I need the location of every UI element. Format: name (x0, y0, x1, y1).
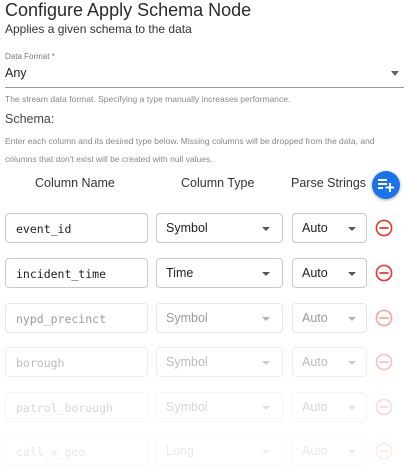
column-type-value: Long (166, 444, 194, 458)
column-type-select[interactable]: Symbol (156, 347, 283, 377)
caret-down-icon (348, 272, 356, 276)
column-type-header: Column Type (181, 176, 255, 190)
column-name-input[interactable]: incident_time (5, 258, 148, 288)
caret-down-icon (262, 227, 270, 231)
column-type-select[interactable]: Symbol (156, 213, 283, 243)
schema-row: borough Symbol Auto (0, 347, 413, 379)
column-name-input[interactable]: patrol_borough (5, 392, 148, 422)
caret-down-icon (262, 406, 270, 410)
caret-down-icon (262, 361, 270, 365)
playlist-add-icon (378, 179, 394, 192)
schema-helper: Enter each column and its desired type b… (5, 136, 375, 164)
column-type-select[interactable]: Long (156, 436, 283, 466)
column-name-value: incident_time (16, 267, 107, 281)
parse-strings-select[interactable]: Auto (292, 347, 367, 377)
column-type-select[interactable]: Symbol (156, 392, 283, 422)
column-name-value: borough (16, 356, 65, 370)
parse-strings-select[interactable]: Auto (292, 392, 367, 422)
parse-strings-select[interactable]: Auto (292, 303, 367, 333)
column-name-input[interactable]: nypd_precinct (5, 303, 148, 333)
remove-circle-icon[interactable] (375, 442, 393, 460)
column-name-input[interactable]: call_x_geo (5, 436, 148, 466)
data-format-helper: The stream data format. Specifying a typ… (5, 94, 291, 104)
add-column-button[interactable] (372, 171, 400, 199)
data-format-label: Data Format * (5, 52, 55, 61)
column-name-value: patrol_borough (16, 401, 113, 415)
parse-strings-value: Auto (302, 311, 328, 325)
remove-circle-icon[interactable] (375, 353, 393, 371)
caret-down-icon (348, 406, 356, 410)
remove-circle-icon[interactable] (375, 309, 393, 327)
caret-down-icon (262, 317, 270, 321)
caret-down-icon (262, 450, 270, 454)
column-name-header: Column Name (35, 176, 115, 190)
schema-row: call_x_geo Long Auto (0, 436, 413, 471)
data-format-underline (5, 87, 404, 88)
column-type-select[interactable]: Time (156, 258, 283, 288)
column-name-value: nypd_precinct (16, 312, 107, 326)
parse-strings-value: Auto (302, 221, 328, 235)
parse-strings-value: Auto (302, 355, 328, 369)
column-type-select[interactable]: Symbol (156, 303, 283, 333)
parse-strings-select[interactable]: Auto (292, 436, 367, 466)
column-type-value: Symbol (166, 400, 208, 414)
parse-strings-select[interactable]: Auto (292, 258, 367, 288)
page-subtitle: Applies a given schema to the data (5, 22, 192, 36)
column-type-value: Symbol (166, 355, 208, 369)
caret-down-icon (348, 361, 356, 365)
column-name-value: call_x_geo (16, 445, 86, 459)
caret-down-icon (348, 227, 356, 231)
caret-down-icon[interactable] (391, 71, 399, 76)
caret-down-icon (262, 272, 270, 276)
parse-strings-value: Auto (302, 400, 328, 414)
parse-strings-select[interactable]: Auto (292, 213, 367, 243)
schema-row: incident_time Time Auto (0, 258, 413, 290)
column-name-input[interactable]: borough (5, 347, 148, 377)
parse-strings-value: Auto (302, 444, 328, 458)
column-name-value: event_id (16, 222, 72, 236)
schema-row: nypd_precinct Symbol Auto (0, 303, 413, 335)
caret-down-icon (348, 317, 356, 321)
page-title: Configure Apply Schema Node (5, 0, 252, 20)
caret-down-icon (348, 450, 356, 454)
column-type-value: Symbol (166, 221, 208, 235)
remove-circle-icon[interactable] (375, 264, 393, 282)
schema-row: patrol_borough Symbol Auto (0, 392, 413, 424)
remove-circle-icon[interactable] (375, 398, 393, 416)
column-type-value: Symbol (166, 311, 208, 325)
schema-label: Schema: (5, 112, 55, 126)
parse-strings-value: Auto (302, 266, 328, 280)
schema-row: event_id Symbol Auto (0, 213, 413, 245)
parse-strings-header: Parse Strings (291, 176, 367, 190)
column-name-input[interactable]: event_id (5, 213, 148, 243)
column-type-value: Time (166, 266, 194, 280)
data-format-value[interactable]: Any (5, 66, 27, 80)
remove-circle-icon[interactable] (375, 219, 393, 237)
